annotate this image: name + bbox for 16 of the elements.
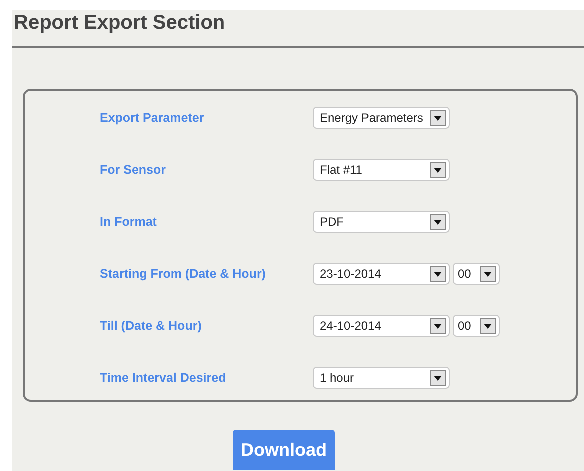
dropdown[interactable]: Flat #11 xyxy=(313,159,450,181)
download-button[interactable]: Download xyxy=(233,430,335,470)
field-label: Starting From (Date & Hour) xyxy=(100,267,267,281)
hour-dropdown[interactable]: 00 xyxy=(453,315,500,337)
dropdown[interactable]: 24-10-2014 xyxy=(313,315,450,337)
dropdown[interactable]: Energy Parameters xyxy=(313,107,450,129)
section-title: Report Export Section xyxy=(13,11,226,36)
field-label: For Sensor xyxy=(100,163,167,177)
field-label: Time Interval Desired xyxy=(100,371,228,385)
hour-dropdown[interactable]: 00 xyxy=(453,263,500,285)
dropdown[interactable]: PDF xyxy=(313,211,450,233)
dropdown[interactable]: 1 hour xyxy=(313,367,450,389)
field-label: In Format xyxy=(100,215,158,229)
dropdown[interactable]: 23-10-2014 xyxy=(313,263,450,285)
field-label: Export Parameter xyxy=(100,111,206,125)
field-label: Till (Date & Hour) xyxy=(100,319,203,333)
